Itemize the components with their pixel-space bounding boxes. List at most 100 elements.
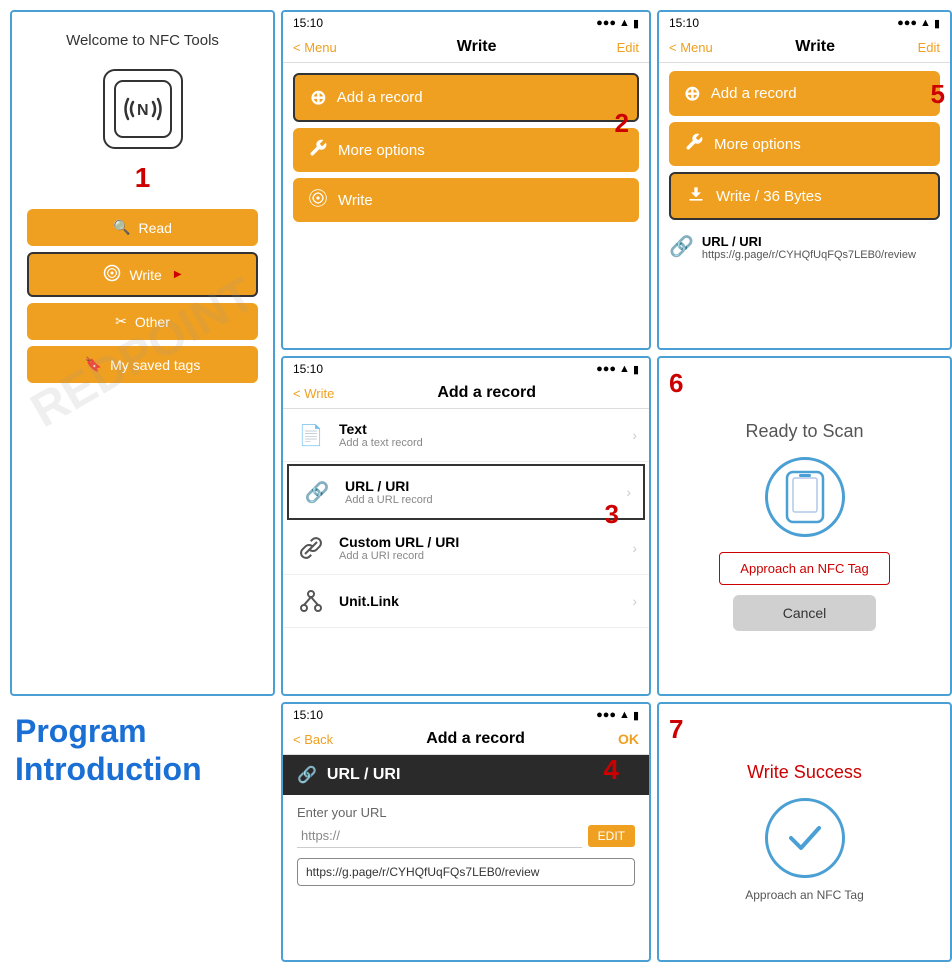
custom-url-label: Custom URL / URI Add a URI record — [339, 534, 620, 562]
chevron-unit: › — [632, 593, 637, 609]
phone-header-5: 15:10 ●●● ▲ ▮ — [659, 12, 950, 34]
unit-link-title: Unit.Link — [339, 593, 620, 609]
panel-write: 15:10 ●●● ▲ ▮ < Menu Write Edit ⊕ Add a … — [281, 10, 651, 350]
url-uri-label-5: URL / URI — [702, 234, 916, 249]
write-btn-2[interactable]: Write — [293, 178, 639, 222]
chevron-url: › — [626, 484, 631, 500]
time-4: 15:10 — [293, 708, 323, 722]
phone-nav-3: < Write Add a record — [283, 380, 649, 409]
more-options-btn-2[interactable]: More options — [293, 128, 639, 172]
time-5: 15:10 — [669, 16, 699, 30]
edit-url-btn[interactable]: EDIT — [588, 825, 635, 847]
unit-link-icon — [295, 585, 327, 617]
step-1-badge: 1 — [135, 162, 151, 194]
add-record-btn-2[interactable]: ⊕ Add a record — [293, 73, 639, 122]
url-record-subtitle: Add a URL record — [345, 494, 614, 506]
url-record-title: URL / URI — [345, 478, 614, 494]
ready-scan-title: Ready to Scan — [745, 421, 863, 442]
text-record-subtitle: Add a text record — [339, 437, 620, 449]
saved-tags-button[interactable]: 🔖 My saved tags — [27, 346, 258, 383]
nav-title-4: Add a record — [426, 730, 525, 748]
panel-add-record: 15:10 ●●●▲▮ < Write Add a record 📄 Text … — [281, 356, 651, 696]
custom-url-subtitle: Add a URI record — [339, 550, 620, 562]
battery-icon-5: ▮ — [934, 17, 940, 30]
url-icon: 🔗 — [301, 476, 333, 508]
add-record-btn-5[interactable]: ⊕ Add a record — [669, 71, 940, 116]
url-input-header: 🔗 URL / URI — [283, 755, 649, 795]
step-4-badge: 4 — [603, 754, 619, 786]
custom-url-title: Custom URL / URI — [339, 534, 620, 550]
wifi-icon: ▲ — [619, 17, 630, 29]
step-5-badge: 5 — [931, 79, 945, 110]
back-btn-4[interactable]: < Back — [293, 732, 333, 747]
edit-btn-5[interactable]: Edit — [918, 40, 940, 55]
write-label-2: Write — [338, 192, 373, 209]
wifi-icon-5: ▲ — [920, 17, 931, 29]
phone-header-2: 15:10 ●●● ▲ ▮ — [283, 12, 649, 34]
program-intro-section: Program Introduction — [10, 702, 275, 962]
phone-header-3: 15:10 ●●●▲▮ — [283, 358, 649, 380]
url-input-row: EDIT — [297, 824, 635, 848]
status-icons-4: ●●●▲▮ — [596, 709, 639, 722]
write-bytes-label-5: Write / 36 Bytes — [716, 188, 822, 205]
download-icon-5 — [686, 184, 706, 208]
svg-text:N: N — [137, 102, 149, 119]
signal-icon: ●●● — [596, 17, 616, 29]
wrench-icon-2 — [308, 138, 328, 162]
program-title-line1: Program — [15, 712, 270, 750]
panel-ready-scan: 6 Ready to Scan Approach an NFC Tag Canc… — [657, 356, 952, 696]
custom-url-icon — [295, 532, 327, 564]
custom-url-record-item[interactable]: Custom URL / URI Add a URI record › — [283, 522, 649, 575]
plus-icon-2: ⊕ — [310, 85, 327, 110]
write-button[interactable]: Write — [27, 252, 258, 297]
program-title-line2: Introduction — [15, 750, 270, 788]
success-checkmark-icon — [765, 798, 845, 878]
add-record-label-5: Add a record — [711, 85, 797, 102]
panel-welcome: REDPOINT Welcome to NFC Tools N 1 🔍 Read — [10, 10, 275, 696]
download-icon-2 — [308, 188, 328, 212]
phone-header-4: 15:10 ●●●▲▮ — [283, 704, 649, 726]
url-uri-value-5: https://g.page/r/CYHQfUqFQs7LEB0/review — [702, 249, 916, 261]
more-options-label-2: More options — [338, 142, 425, 159]
back-menu-5[interactable]: < Menu — [669, 40, 713, 55]
nav-title-3: Add a record — [437, 384, 536, 402]
time-3: 15:10 — [293, 362, 323, 376]
saved-tags-label: My saved tags — [110, 357, 200, 373]
url-uri-section-5: 🔗 URL / URI https://g.page/r/CYHQfUqFQs7… — [659, 226, 950, 269]
signal-icon-5: ●●● — [897, 17, 917, 29]
ok-btn-4[interactable]: OK — [618, 731, 639, 747]
read-icon: 🔍 — [113, 219, 130, 236]
nfc-logo-icon: N — [113, 79, 173, 139]
nav-title-2: Write — [457, 38, 497, 56]
text-icon: 📄 — [295, 419, 327, 451]
phone-nav-4: < Back Add a record OK — [283, 726, 649, 755]
more-options-label-5: More options — [714, 136, 801, 153]
status-icons-5: ●●● ▲ ▮ — [897, 17, 940, 30]
url-result-input[interactable] — [297, 858, 635, 886]
step-2-badge: 2 — [615, 108, 629, 139]
url-uri-row-5: 🔗 URL / URI https://g.page/r/CYHQfUqFQs7… — [669, 234, 940, 261]
text-record-title: Text — [339, 421, 620, 437]
other-button[interactable]: ✂ Other — [27, 303, 258, 340]
status-icons-3: ●●●▲▮ — [596, 363, 639, 376]
url-record-item[interactable]: 🔗 URL / URI Add a URL record › — [287, 464, 645, 520]
back-write-3[interactable]: < Write — [293, 386, 334, 401]
approach-nfc-btn-6[interactable]: Approach an NFC Tag — [719, 552, 889, 585]
edit-btn-2[interactable]: Edit — [617, 40, 639, 55]
url-record-label: URL / URI Add a URL record — [345, 478, 614, 506]
write-success-title: Write Success — [747, 762, 862, 783]
write-icon — [103, 264, 121, 285]
cancel-btn-6[interactable]: Cancel — [733, 595, 877, 631]
back-menu-2[interactable]: < Menu — [293, 40, 337, 55]
step-6-badge: 6 — [669, 368, 683, 399]
more-options-btn-5[interactable]: More options — [669, 122, 940, 166]
battery-icon: ▮ — [633, 17, 639, 30]
url-https-input[interactable] — [297, 824, 582, 848]
text-record-item[interactable]: 📄 Text Add a text record › — [283, 409, 649, 462]
read-button[interactable]: 🔍 Read — [27, 209, 258, 246]
write-bytes-btn-5[interactable]: Write / 36 Bytes — [669, 172, 940, 220]
phone-nav-5: < Menu Write Edit — [659, 34, 950, 63]
chevron-text: › — [632, 427, 637, 443]
add-record-label-2: Add a record — [337, 89, 423, 106]
unit-link-record-item[interactable]: Unit.Link › — [283, 575, 649, 628]
